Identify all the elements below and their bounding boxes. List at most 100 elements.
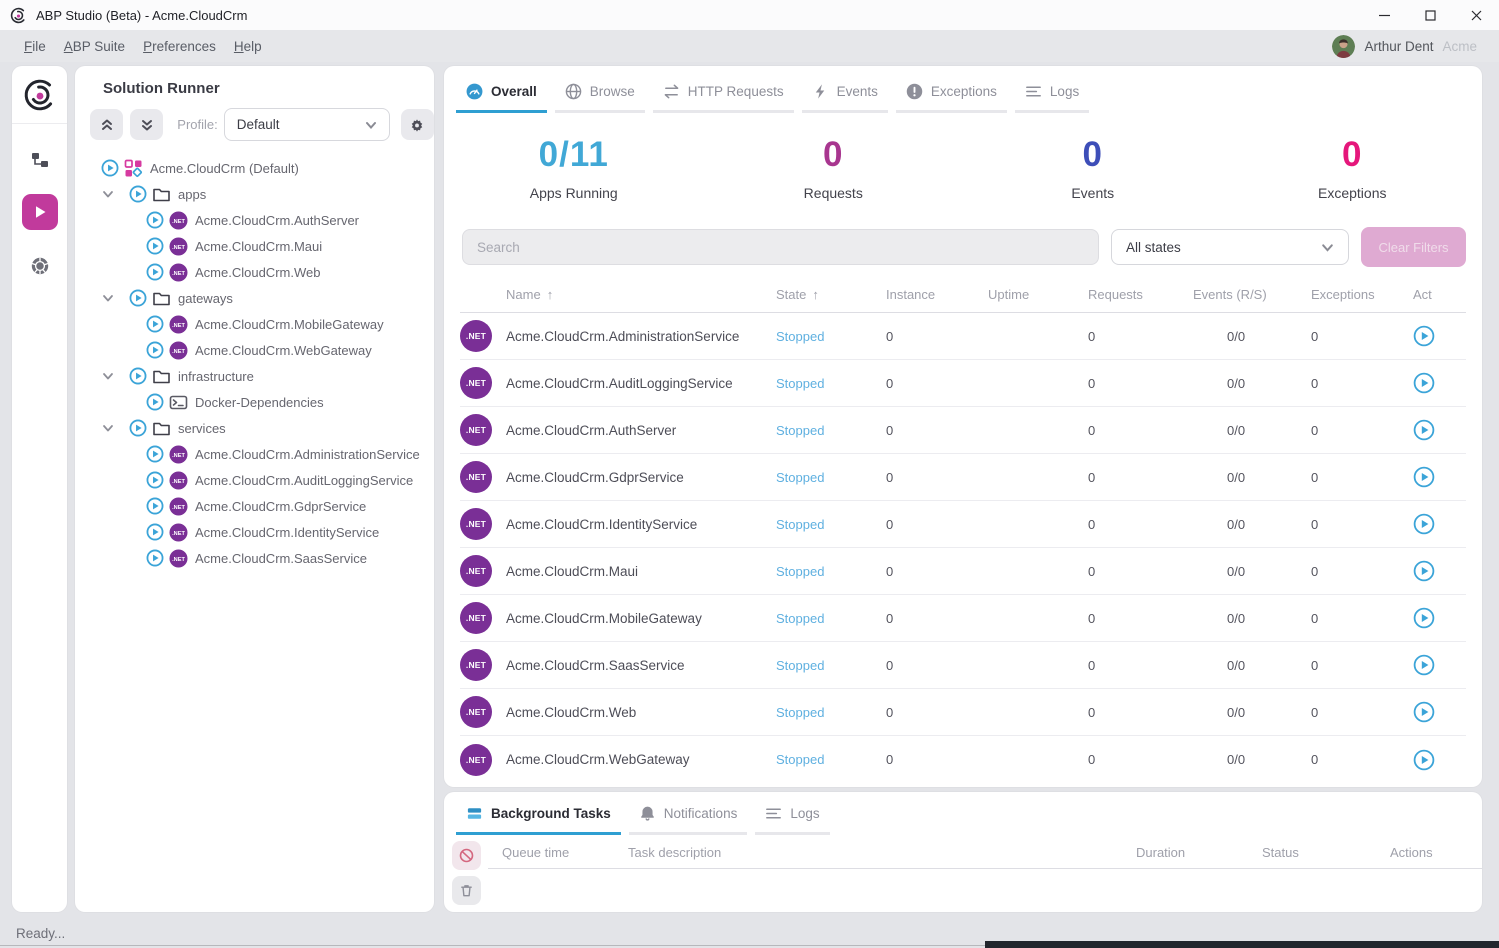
tree-item[interactable]: .NET Acme.CloudCrm.Web <box>75 259 434 285</box>
start-app-button[interactable] <box>1413 607 1435 629</box>
apps-table-header: Name↑ State↑ Instance Uptime Requests Ev… <box>460 277 1466 313</box>
run-icon[interactable] <box>129 289 147 307</box>
tab-label: Overall <box>491 84 537 99</box>
tab-label: Background Tasks <box>491 806 611 821</box>
tree-item[interactable]: .NET Acme.CloudCrm.SaasService <box>75 545 434 571</box>
bottom-tabs: Background Tasks Notifications Logs <box>444 792 1482 835</box>
tab-logs[interactable]: Logs <box>1015 79 1089 113</box>
clear-tasks-button[interactable] <box>452 876 481 905</box>
tree-item[interactable]: .NET Acme.CloudCrm.MobileGateway <box>75 311 434 337</box>
expand-all-button[interactable] <box>130 109 163 140</box>
start-app-button[interactable] <box>1413 654 1435 676</box>
tree-item[interactable]: .NET Acme.CloudCrm.IdentityService <box>75 519 434 545</box>
run-icon[interactable] <box>129 367 147 385</box>
tab-bottom-logs[interactable]: Logs <box>755 801 829 835</box>
run-icon[interactable] <box>146 393 164 411</box>
cancel-tasks-button[interactable] <box>452 841 481 870</box>
tab-overall[interactable]: Overall <box>456 79 547 113</box>
maximize-button[interactable] <box>1407 0 1453 30</box>
run-icon[interactable] <box>146 211 164 229</box>
chevron-down-icon[interactable] <box>100 186 116 202</box>
app-state: Stopped <box>776 329 886 344</box>
run-icon[interactable] <box>146 315 164 333</box>
start-app-button[interactable] <box>1413 419 1435 441</box>
start-app-button[interactable] <box>1413 325 1435 347</box>
run-icon[interactable] <box>146 471 164 489</box>
tree-item[interactable]: .NET apps <box>75 181 434 207</box>
minimize-button[interactable] <box>1361 0 1407 30</box>
col-actions[interactable]: Act <box>1413 287 1466 302</box>
tree-item[interactable]: .NET Acme.CloudCrm.GdprService <box>75 493 434 519</box>
tab-notifications[interactable]: Notifications <box>629 801 748 835</box>
solution-explorer-nav-icon[interactable] <box>22 142 58 178</box>
start-app-button[interactable] <box>1413 513 1435 535</box>
chevron-down-icon[interactable] <box>100 290 116 306</box>
profile-settings-button[interactable] <box>401 109 434 140</box>
tree-item-label: services <box>178 421 226 436</box>
state-filter-select[interactable]: All states <box>1111 229 1349 265</box>
run-icon[interactable] <box>146 237 164 255</box>
col-state[interactable]: State↑ <box>776 287 886 302</box>
tree-item[interactable]: .NET Docker-Dependencies <box>75 389 434 415</box>
chevron-down-icon[interactable] <box>100 368 116 384</box>
run-icon[interactable] <box>101 159 119 177</box>
tree-item-label: Acme.CloudCrm.Web <box>195 265 320 280</box>
tree-item[interactable]: .NET gateways <box>75 285 434 311</box>
exclamation-circle-icon <box>906 83 923 100</box>
menu-preferences[interactable]: Preferences <box>143 39 216 54</box>
tree-item-label: Acme.CloudCrm.GdprService <box>195 499 366 514</box>
run-icon[interactable] <box>129 185 147 203</box>
clear-filters-button[interactable]: Clear Filters <box>1361 227 1466 267</box>
col-exceptions[interactable]: Exceptions <box>1311 287 1413 302</box>
run-icon[interactable] <box>146 549 164 567</box>
tree-item[interactable]: .NET Acme.CloudCrm.AuditLoggingService <box>75 467 434 493</box>
run-icon[interactable] <box>146 263 164 281</box>
tree-item[interactable]: .NET Acme.CloudCrm.AdministrationService <box>75 441 434 467</box>
col-requests[interactable]: Requests <box>1088 287 1193 302</box>
search-input[interactable] <box>462 229 1099 265</box>
profile-select[interactable]: Default <box>224 108 390 141</box>
tab-http-requests[interactable]: HTTP Requests <box>653 79 794 113</box>
tab-exceptions[interactable]: Exceptions <box>896 79 1007 113</box>
col-events[interactable]: Events (R/S) <box>1193 287 1311 302</box>
start-app-button[interactable] <box>1413 560 1435 582</box>
tree-item[interactable]: .NET Acme.CloudCrm (Default) <box>75 155 434 181</box>
kubernetes-nav-icon[interactable] <box>22 248 58 284</box>
col-uptime[interactable]: Uptime <box>988 287 1088 302</box>
svg-text:.NET: .NET <box>172 557 185 563</box>
app-exceptions: 0 <box>1311 376 1413 391</box>
tree-item[interactable]: .NET services <box>75 415 434 441</box>
tree-item[interactable]: .NET Acme.CloudCrm.WebGateway <box>75 337 434 363</box>
run-icon[interactable] <box>146 445 164 463</box>
start-app-button[interactable] <box>1413 372 1435 394</box>
app-row: .NET Acme.CloudCrm.MobileGateway Stopped… <box>460 595 1466 642</box>
chevron-down-icon[interactable] <box>100 420 116 436</box>
tasks-table-header: Queue time Task description Duration Sta… <box>488 837 1482 869</box>
menu-file[interactable]: File <box>24 39 46 54</box>
run-icon[interactable] <box>146 523 164 541</box>
tree-item[interactable]: .NET Acme.CloudCrm.AuthServer <box>75 207 434 233</box>
col-name[interactable]: Name↑ <box>506 287 776 302</box>
tab-browse[interactable]: Browse <box>555 79 645 113</box>
menu-abp-suite[interactable]: ABP Suite <box>64 39 125 54</box>
user-cluster[interactable]: Arthur Dent Acme <box>1332 30 1477 62</box>
col-instance[interactable]: Instance <box>886 287 988 302</box>
start-app-button[interactable] <box>1413 466 1435 488</box>
run-icon[interactable] <box>129 419 147 437</box>
run-icon[interactable] <box>146 341 164 359</box>
bell-icon <box>639 805 656 822</box>
collapse-all-button[interactable] <box>90 109 123 140</box>
tree-item[interactable]: .NET infrastructure <box>75 363 434 389</box>
run-icon[interactable] <box>146 497 164 515</box>
tree-item[interactable]: .NET Acme.CloudCrm.Maui <box>75 233 434 259</box>
globe-icon <box>565 83 582 100</box>
close-button[interactable] <box>1453 0 1499 30</box>
start-app-button[interactable] <box>1413 701 1435 723</box>
tab-background-tasks[interactable]: Background Tasks <box>456 801 621 835</box>
menu-help[interactable]: Help <box>234 39 262 54</box>
stat-apps-running: 0/11 Apps Running <box>444 135 704 201</box>
stat-value: 0 <box>963 135 1223 175</box>
tab-events[interactable]: Events <box>802 79 888 113</box>
solution-runner-nav-icon[interactable] <box>22 194 58 230</box>
start-app-button[interactable] <box>1413 749 1435 771</box>
